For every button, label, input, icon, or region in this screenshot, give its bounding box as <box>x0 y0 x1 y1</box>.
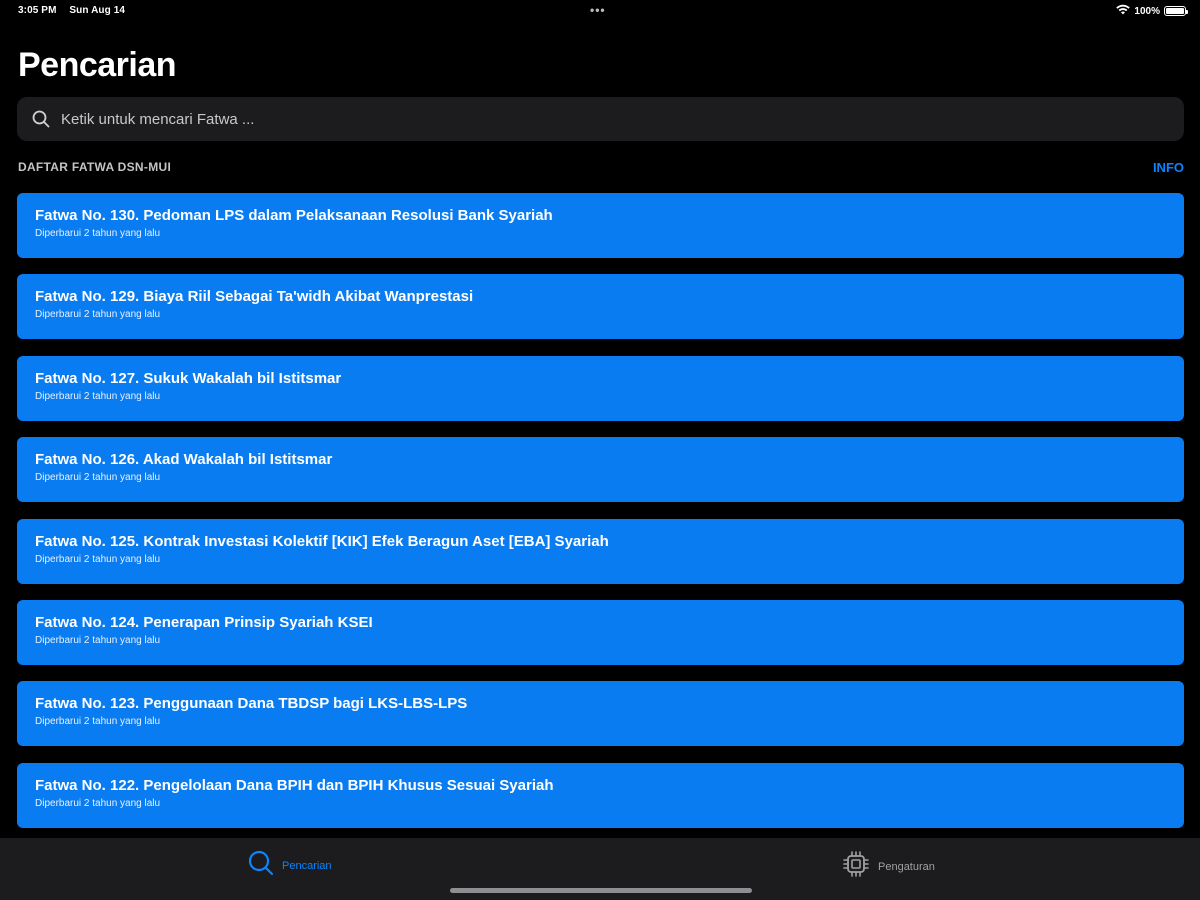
status-indicators: 100% <box>1116 4 1188 18</box>
battery-level <box>1166 8 1184 14</box>
status-date: Sun Aug 14 <box>69 5 126 16</box>
fatwa-title: Fatwa No. 129. Biaya Riil Sebagai Ta'wid… <box>35 288 474 306</box>
chip-icon <box>842 850 870 883</box>
fatwa-list-item[interactable]: Fatwa No. 129. Biaya Riil Sebagai Ta'wid… <box>17 274 1184 340</box>
battery-icon <box>1164 6 1188 16</box>
wifi-icon <box>1116 4 1131 18</box>
search-icon <box>248 850 274 881</box>
search-bar[interactable] <box>17 97 1184 141</box>
tab-label: Pengaturan <box>878 860 935 873</box>
fatwa-updated: Diperbarui 2 tahun yang lalu <box>35 553 161 565</box>
fatwa-updated: Diperbarui 2 tahun yang lalu <box>35 309 161 321</box>
fatwa-list-item[interactable]: Fatwa No. 126. Akad Wakalah bil Istitsma… <box>17 437 1184 503</box>
fatwa-title: Fatwa No. 127. Sukuk Wakalah bil Istitsm… <box>35 369 342 387</box>
fatwa-updated: Diperbarui 2 tahun yang lalu <box>35 390 161 402</box>
fatwa-list: Fatwa No. 130. Pedoman LPS dalam Pelaksa… <box>17 193 1184 838</box>
fatwa-list-item[interactable]: Fatwa No. 122. Pengelolaan Dana BPIH dan… <box>17 762 1184 828</box>
fatwa-title: Fatwa No. 125. Kontrak Investasi Kolekti… <box>35 532 609 550</box>
fatwa-title: Fatwa No. 130. Pedoman LPS dalam Pelaksa… <box>35 207 553 224</box>
fatwa-title: Fatwa No. 124. Penerapan Prinsip Syariah… <box>35 613 373 631</box>
fatwa-title: Fatwa No. 122. Pengelolaan Dana BPIH dan… <box>35 776 554 794</box>
fatwa-list-item[interactable]: Fatwa No. 125. Kontrak Investasi Kolekti… <box>17 518 1184 584</box>
multitasking-dots[interactable]: ••• <box>590 3 606 17</box>
status-time-date: 3:05 PM Sun Aug 14 <box>18 5 135 16</box>
section-header: DAFTAR FATWA DSN-MUI INFO <box>18 160 1184 178</box>
fatwa-updated: Diperbarui 2 tahun yang lalu <box>35 716 161 728</box>
status-time: 3:05 PM <box>18 5 57 16</box>
info-button[interactable]: INFO <box>1153 160 1184 175</box>
search-input[interactable] <box>61 110 1184 128</box>
fatwa-updated: Diperbarui 2 tahun yang lalu <box>35 472 161 484</box>
app-screen: 3:05 PM Sun Aug 14 ••• 100% Pencarian Ke… <box>0 0 1200 900</box>
status-bar: 3:05 PM Sun Aug 14 ••• 100% <box>0 0 1200 24</box>
fatwa-title: Fatwa No. 123. Penggunaan Dana TBDSP bag… <box>35 695 468 713</box>
home-indicator[interactable] <box>450 888 752 893</box>
fatwa-updated: Diperbarui 2 tahun yang lalu <box>35 634 161 646</box>
page-title: Pencarian <box>18 46 177 84</box>
fatwa-list-item[interactable]: Fatwa No. 123. Penggunaan Dana TBDSP bag… <box>17 681 1184 747</box>
fatwa-list-item[interactable]: Fatwa No. 130. Pedoman LPS dalam Pelaksa… <box>17 193 1184 258</box>
tab-label: Pencarian <box>282 859 332 872</box>
battery-percent: 100% <box>1134 5 1160 17</box>
tab-pengaturan[interactable]: Pengaturan <box>842 850 935 883</box>
search-icon <box>31 109 51 129</box>
fatwa-updated: Diperbarui 2 tahun yang lalu <box>35 228 161 239</box>
fatwa-updated: Diperbarui 2 tahun yang lalu <box>35 797 161 809</box>
fatwa-list-item[interactable]: Fatwa No. 124. Penerapan Prinsip Syariah… <box>17 599 1184 665</box>
fatwa-list-item[interactable]: Fatwa No. 127. Sukuk Wakalah bil Istitsm… <box>17 355 1184 421</box>
section-title: DAFTAR FATWA DSN-MUI <box>18 160 172 174</box>
fatwa-title: Fatwa No. 126. Akad Wakalah bil Istitsma… <box>35 451 333 469</box>
tab-pencarian[interactable]: Pencarian <box>248 850 332 881</box>
